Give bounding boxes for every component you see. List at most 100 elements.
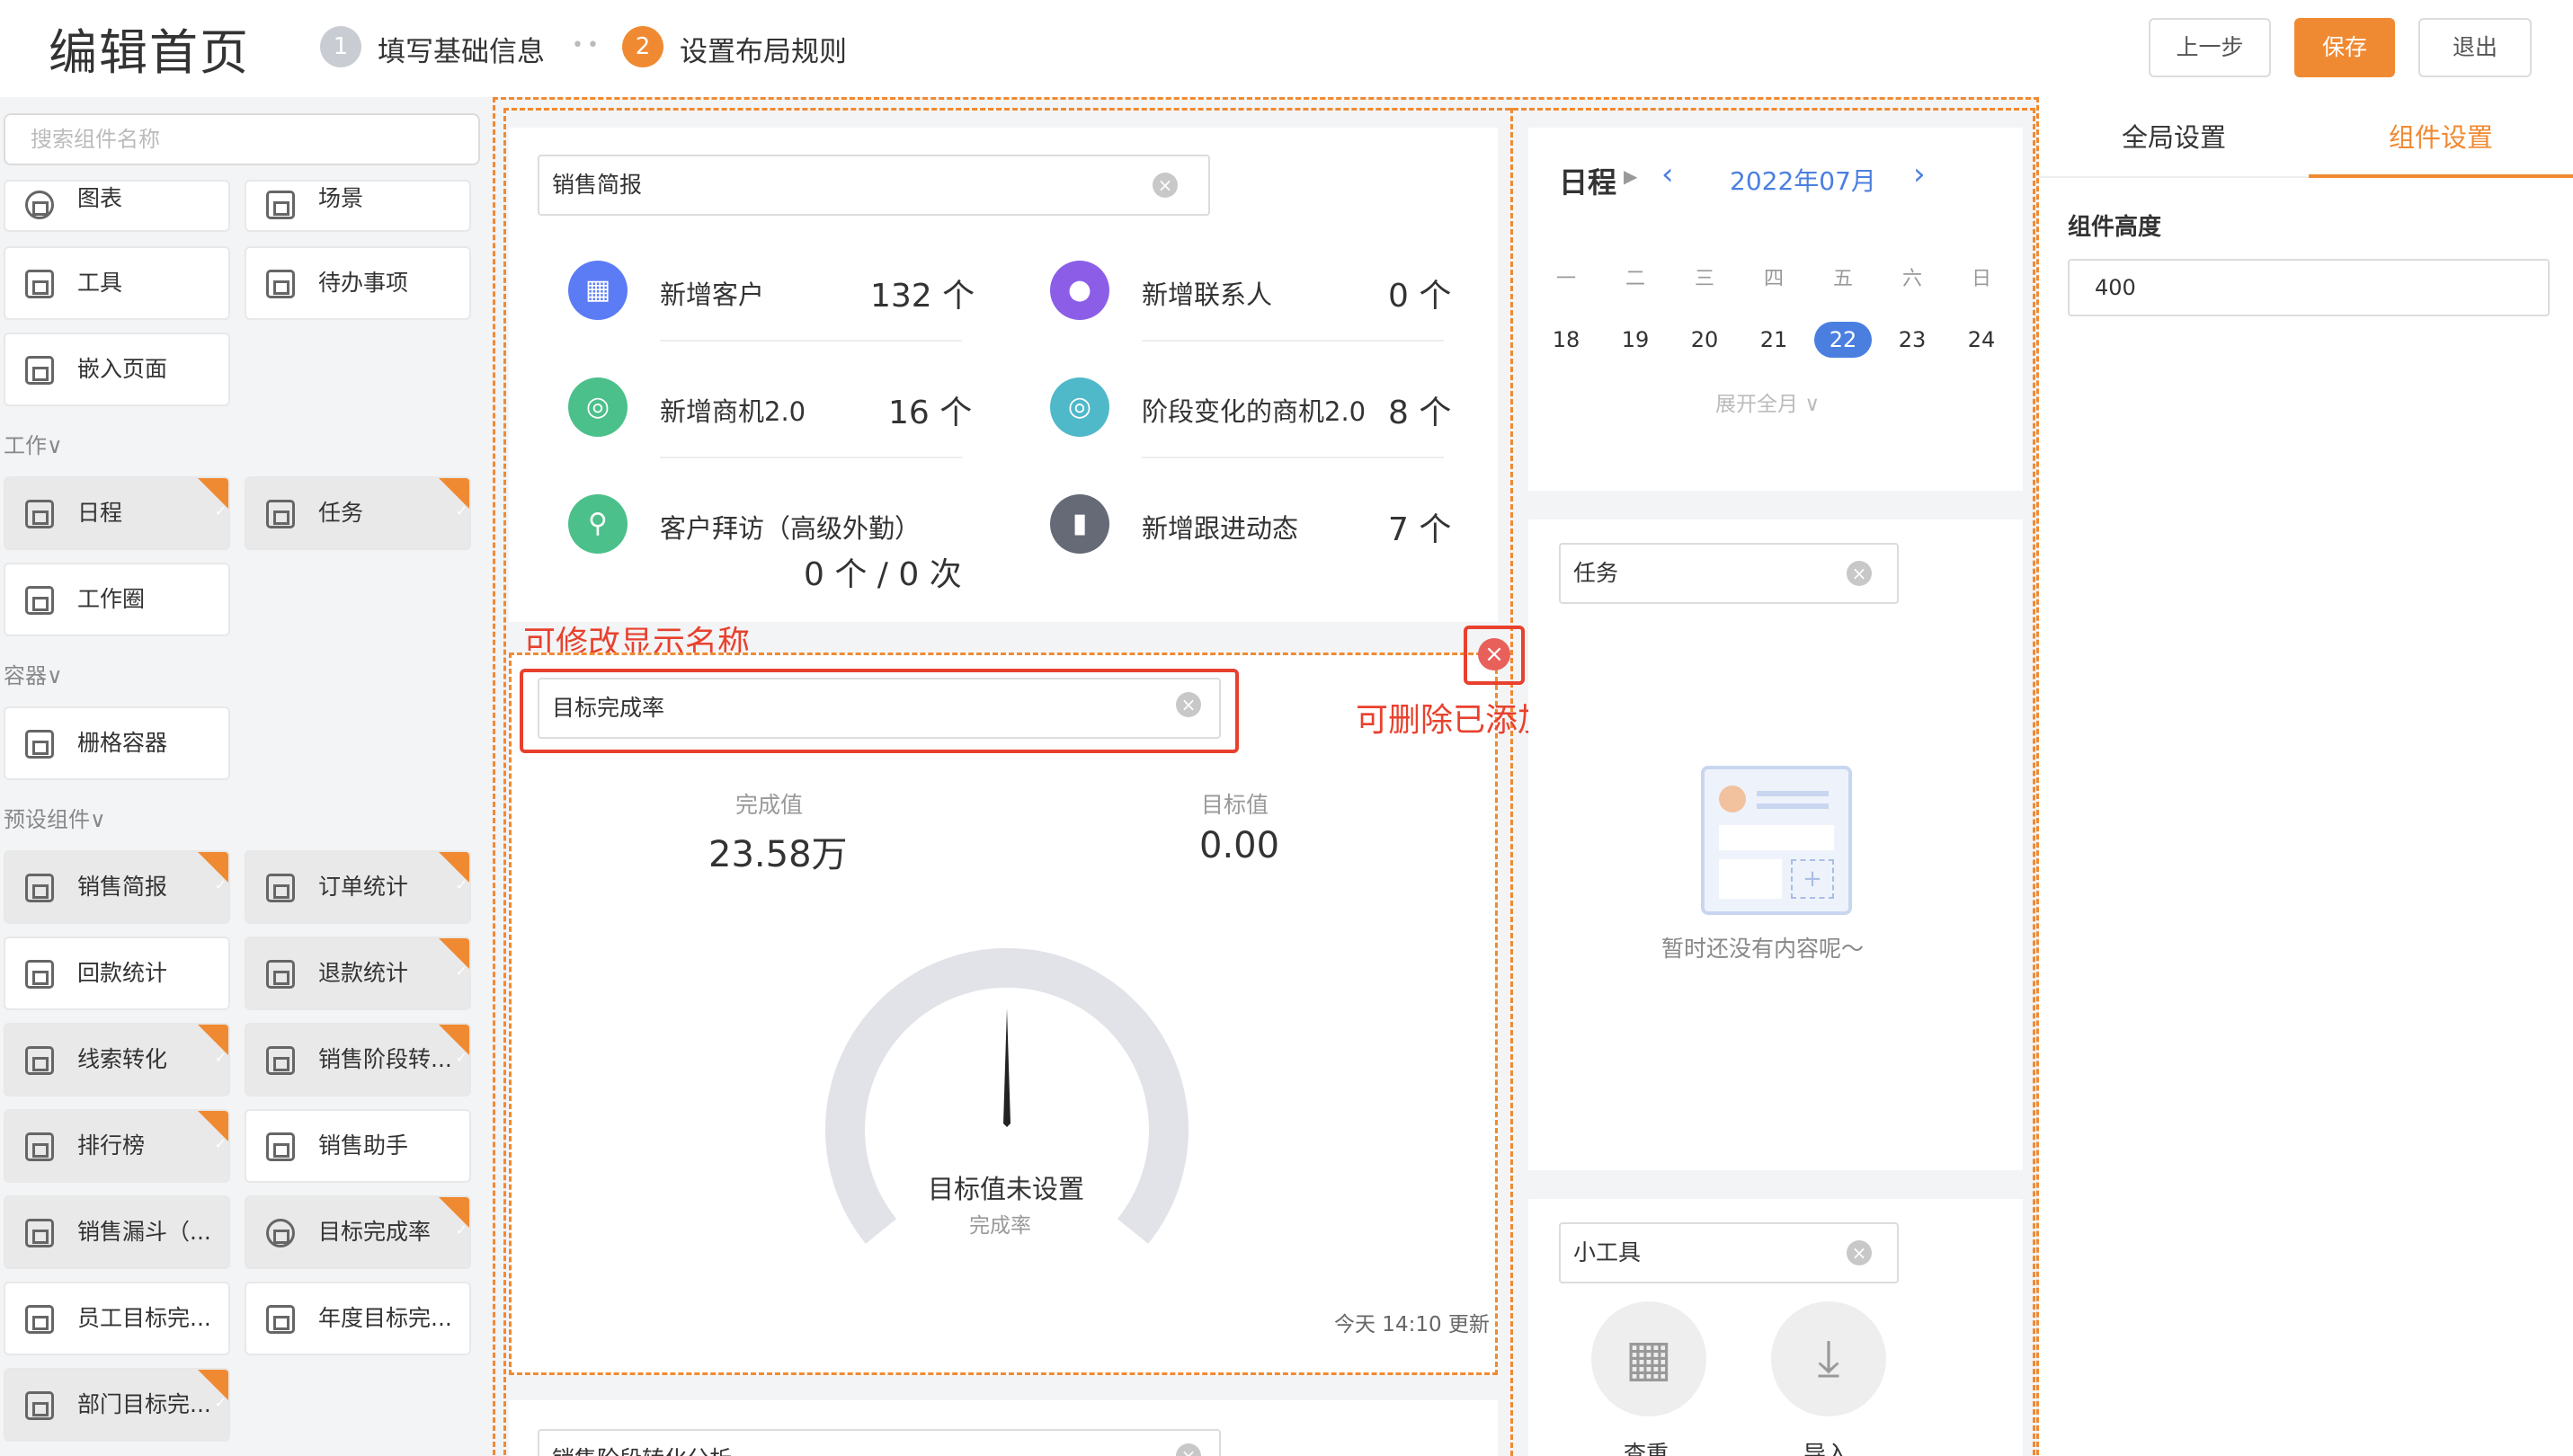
widget-icon [266,1305,295,1334]
added-check-icon [198,1370,228,1438]
library-item-lead-conversion[interactable]: 线索转化 [4,1023,230,1096]
calendar-day[interactable]: 20 [1676,322,1733,358]
library-item-goal-rate[interactable]: 目标完成率 [245,1195,471,1269]
delete-widget-icon[interactable]: × [1478,638,1510,670]
duplicate-check-icon[interactable]: ▦ [1591,1301,1706,1416]
library-item-scene[interactable]: 场景 [245,180,471,232]
clear-icon[interactable]: × [1153,173,1178,198]
calendar-day-today[interactable]: 22 [1814,322,1872,358]
tab-widget-settings[interactable]: 组件设置 [2309,97,2573,178]
target-icon: ◎ [1050,377,1109,437]
stat-value: 8 个 [1388,395,1452,431]
calendar-day[interactable]: 24 [1953,322,2010,358]
widget-name-input[interactable]: 销售阶段转化分析 [538,1429,1221,1456]
widget-icon [266,874,295,902]
step-2-number: 2 [622,26,663,67]
height-input[interactable]: 400 [2068,259,2550,316]
library-item-sales-funnel[interactable]: 销售漏斗（... [4,1195,230,1269]
library-item-sales-brief[interactable]: 销售简报 [4,850,230,924]
clear-icon[interactable]: × [1847,1240,1872,1265]
done-value: 23.58万 [708,834,848,875]
library-item-embed-page[interactable]: 嵌入页面 [4,333,230,406]
library-item-tools[interactable]: 工具 [4,246,230,320]
sales-stage-widget[interactable]: 销售阶段转化分析 × [509,1400,1498,1456]
exit-button[interactable]: 退出 [2418,18,2532,77]
empty-state-illustration: + [1701,766,1852,915]
library-item-schedule[interactable]: 日程 [4,476,230,550]
page-title: 编辑首页 [49,24,250,81]
added-check-icon [198,1025,228,1093]
stat-label: 客户拜访（高级外勤） [660,513,921,544]
chevron-down-icon: ∨ [47,663,63,688]
import-icon[interactable]: ⤓ [1771,1301,1886,1416]
divider [1142,457,1444,458]
tab-global-settings[interactable]: 全局设置 [2039,97,2309,178]
gauge-needle-top [1003,1008,1011,1123]
widget-icon [266,500,295,528]
library-item-employee-goal[interactable]: 员工目标完... [4,1282,230,1355]
library-item-grid-container[interactable]: 栅格容器 [4,706,230,780]
calendar-day[interactable]: 18 [1537,322,1595,358]
library-item-refund-stats[interactable]: 退款统计 [245,937,471,1010]
library-item-order-stats[interactable]: 订单统计 [245,850,471,924]
pie-chart-icon [25,191,54,219]
widget-icon [25,1046,54,1075]
prev-step-button[interactable]: 上一步 [2149,18,2271,77]
update-time: 今天 14:10 更新 [1334,1313,1490,1336]
gauge-subtitle: 完成率 [969,1214,1031,1238]
category-work[interactable]: 工作∨ [4,428,63,459]
tool-label[interactable]: 导入 [1803,1436,1848,1456]
widget-icon [266,1046,295,1075]
library-item-chart[interactable]: 图表 [4,180,230,232]
library-item-annual-goal[interactable]: 年度目标完... [245,1282,471,1355]
target-label: 目标值 [1201,792,1269,818]
wrench-icon [25,270,54,298]
calendar-day[interactable]: 19 [1607,322,1664,358]
gauge-title: 目标值未设置 [928,1174,1085,1204]
weekday-label: 二 [1625,268,1645,290]
expand-month[interactable]: 展开全月 ∨ [1715,386,1820,417]
stat-label: 新增客户 [660,280,765,310]
clear-icon[interactable]: × [1176,692,1201,717]
library-item-payment-stats[interactable]: 回款统计 [4,937,230,1010]
caret-right-icon[interactable]: ▶ [1624,165,1637,187]
funnel-icon [25,1219,54,1247]
height-label: 组件高度 [2068,214,2162,241]
library-item-task[interactable]: 任务 [245,476,471,550]
stat-value: 7 个 [1388,511,1452,548]
step-2-label[interactable]: 设置布局规则 [680,29,847,69]
category-preset[interactable]: 预设组件∨ [4,802,106,833]
column-divider [1510,108,1513,1456]
library-item-dept-goal[interactable]: 部门目标完... [4,1368,230,1442]
library-item-leaderboard[interactable]: 排行榜 [4,1109,230,1183]
library-item-todo[interactable]: 待办事项 [245,246,471,320]
calendar-day[interactable]: 23 [1883,322,1941,358]
clear-icon[interactable]: × [1847,561,1872,586]
library-item-work-circle[interactable]: 工作圈 [4,563,230,636]
block-placeholder [1719,825,1834,850]
step-1-label[interactable]: 填写基础信息 [378,29,545,69]
save-button[interactable]: 保存 [2294,18,2395,77]
widget-name-input[interactable]: 目标完成率 [538,678,1221,739]
calendar-day[interactable]: 21 [1745,322,1803,358]
calendar-icon [25,500,54,528]
building-icon: ▦ [568,261,628,320]
widget-icon [25,730,54,759]
stat-value: 16 个 [888,395,973,431]
divider [660,340,962,342]
widget-name-input[interactable]: 销售简报 [538,155,1210,216]
avatar-placeholder [1719,786,1746,812]
next-month-icon[interactable]: › [1913,156,1926,192]
calendar-month[interactable]: 2022年07月 [1730,162,1876,198]
search-input[interactable]: 搜索组件名称 [4,113,480,165]
stat-value: 0 个 / 0 次 [804,556,962,593]
prev-month-icon[interactable]: ‹ [1661,156,1674,192]
chevron-down-icon: ∨ [1804,393,1821,416]
added-check-icon [439,1197,469,1265]
bar-chart-icon [25,1132,54,1161]
tool-label[interactable]: 查重 [1624,1436,1669,1456]
category-container[interactable]: 容器∨ [4,658,63,689]
text-placeholder [1757,803,1829,809]
library-item-sales-assistant[interactable]: 销售助手 [245,1109,471,1183]
library-item-sales-stage[interactable]: 销售阶段转... [245,1023,471,1096]
